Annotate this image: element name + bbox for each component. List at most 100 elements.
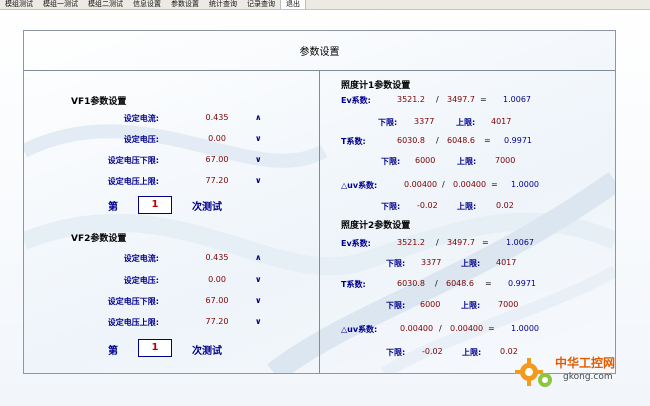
menu-item-module-test[interactable]: 模组测试 xyxy=(0,0,38,9)
vf1-round-suffix: 次测试 xyxy=(192,202,222,213)
vf1-voltage-low-value[interactable]: 67.00 xyxy=(187,155,247,164)
vf2-voltage-high-value[interactable]: 77.20 xyxy=(187,317,247,326)
meter1-uv-high-label: 上限: xyxy=(457,202,477,211)
meter1-uv-high-value[interactable]: 0.02 xyxy=(496,201,514,210)
meter2-section-title: 照度计2参数设置 xyxy=(341,221,411,231)
meter2-t-high-label: 上限: xyxy=(461,301,481,310)
vf2-voltage-high-label: 设定电压上限: xyxy=(107,318,159,327)
meter1-t-label: T系数: xyxy=(341,137,366,146)
vf2-voltage-label: 设定电压: xyxy=(123,276,159,285)
menu-item-statistics[interactable]: 统计查询 xyxy=(204,0,242,9)
meter1-uv-divide: / xyxy=(442,180,445,189)
meter2-uv-low-value[interactable]: -0.02 xyxy=(422,347,443,356)
meter1-t-low-value[interactable]: 6000 xyxy=(415,156,435,165)
meter1-uv-label: △uv系数: xyxy=(341,181,378,190)
meter2-uv-equals: = xyxy=(488,324,495,333)
meter1-uv-equals: = xyxy=(491,180,498,189)
meter1-uv-result: 1.0000 xyxy=(511,180,539,189)
meter2-uv-high-label: 上限: xyxy=(462,348,482,357)
meter2-ev-low-value[interactable]: 3377 xyxy=(421,258,441,267)
meter1-t-high-label: 上限: xyxy=(457,157,477,166)
vf1-voltage-high-label: 设定电压上限: xyxy=(107,177,159,186)
vf2-voltage-low-down-icon[interactable]: ∨ xyxy=(255,296,262,305)
meter1-ev-a[interactable]: 3521.2 xyxy=(397,95,425,104)
gear-icon xyxy=(515,358,552,387)
vf2-round-suffix: 次测试 xyxy=(192,346,222,357)
meter2-ev-high-label: 上限: xyxy=(461,259,481,268)
watermark-cn: 中华工控网 xyxy=(555,356,616,370)
meter2-t-equals: = xyxy=(485,279,492,288)
meter2-t-low-value[interactable]: 6000 xyxy=(420,300,440,309)
vf2-voltage-down-icon[interactable]: ∨ xyxy=(255,275,262,284)
vf1-voltage-high-value[interactable]: 77.20 xyxy=(187,176,247,185)
meter1-uv-a[interactable]: 0.00400 xyxy=(404,180,437,189)
vf2-current-up-icon[interactable]: ∧ xyxy=(255,253,262,262)
vf1-current-label: 设定电流: xyxy=(123,114,159,123)
meter2-ev-b: 3497.7 xyxy=(447,238,475,247)
meter1-ev-b: 3497.7 xyxy=(447,95,475,104)
vf1-section-title: VF1参数设置 xyxy=(71,97,127,107)
meter2-ev-high-value[interactable]: 4017 xyxy=(496,258,516,267)
meter2-uv-b: 0.00400 xyxy=(450,324,484,333)
meter2-ev-equals: = xyxy=(482,238,489,247)
meter2-t-a[interactable]: 6030.8 xyxy=(397,279,425,288)
menu-item-info-settings[interactable]: 信息设置 xyxy=(128,0,166,9)
watermark-en: gkong.com xyxy=(563,372,613,382)
meter1-ev-divide: / xyxy=(436,95,439,104)
meter1-uv-low-label: 下限: xyxy=(381,202,401,211)
meter2-uv-divide: / xyxy=(439,324,442,333)
meter2-ev-divide: / xyxy=(436,238,439,247)
meter1-t-divide: / xyxy=(436,136,439,145)
vf1-current-value[interactable]: 0.435 xyxy=(187,113,247,122)
vf2-voltage-low-label: 设定电压下限: xyxy=(107,297,159,306)
meter1-t-high-value[interactable]: 7000 xyxy=(495,156,515,165)
vf1-voltage-high-down-icon[interactable]: ∨ xyxy=(255,176,262,185)
menu-item-module2-test[interactable]: 模组二测试 xyxy=(83,0,128,9)
meter1-ev-high-value[interactable]: 4017 xyxy=(491,117,511,126)
vf2-voltage-low-value[interactable]: 67.00 xyxy=(187,296,247,305)
meter1-ev-equals: = xyxy=(480,95,487,104)
meter1-t-b: 6048.6 xyxy=(447,136,475,145)
meter1-ev-high-label: 上限: xyxy=(456,118,476,127)
param-settings-panel: 参数设置 VF1参数设置 设定电流: 0.435 ∧ 设定电压: 0.00 ∨ … xyxy=(23,30,616,374)
meter2-uv-low-label: 下限: xyxy=(386,348,406,357)
meter2-uv-label: △uv系数: xyxy=(341,325,378,334)
vf2-voltage-value[interactable]: 0.00 xyxy=(187,275,247,284)
meter2-uv-result: 1.0000 xyxy=(511,324,539,333)
menu-bar: 模组测试 模组一测试 模组二测试 信息设置 参数设置 统计查询 记录查询 退出 xyxy=(0,0,650,10)
menu-item-records[interactable]: 记录查询 xyxy=(242,0,280,9)
menu-item-module1-test[interactable]: 模组一测试 xyxy=(38,0,83,9)
page-title: 参数设置 xyxy=(299,47,340,58)
column-divider xyxy=(319,70,320,373)
vf2-round-input[interactable]: 1 xyxy=(138,339,172,357)
meter1-t-result: 0.9971 xyxy=(504,136,532,145)
meter1-uv-low-value[interactable]: -0.02 xyxy=(417,201,438,210)
meter2-t-divide: / xyxy=(435,279,438,288)
meter2-ev-a[interactable]: 3521.2 xyxy=(397,238,425,247)
menu-item-param-settings[interactable]: 参数设置 xyxy=(166,0,204,9)
vf2-voltage-high-down-icon[interactable]: ∨ xyxy=(255,317,262,326)
watermark-logo: 中华工控网 gkong.com xyxy=(513,352,648,392)
vf1-voltage-down-icon[interactable]: ∨ xyxy=(255,134,262,143)
meter1-uv-b: 0.00400 xyxy=(453,180,487,189)
vf1-voltage-label: 设定电压: xyxy=(123,135,159,144)
vf2-current-value[interactable]: 0.435 xyxy=(187,253,247,262)
vf1-current-up-icon[interactable]: ∧ xyxy=(255,113,262,122)
meter1-t-a[interactable]: 6030.8 xyxy=(397,136,425,145)
menu-item-exit[interactable]: 退出 xyxy=(280,0,306,9)
meter2-t-high-value[interactable]: 7000 xyxy=(498,300,518,309)
meter1-t-low-label: 下限: xyxy=(381,157,401,166)
meter2-t-label: T系数: xyxy=(341,280,366,289)
meter2-t-result: 0.9971 xyxy=(508,279,536,288)
vf1-voltage-value[interactable]: 0.00 xyxy=(187,134,247,143)
meter1-section-title: 照度计1参数设置 xyxy=(341,81,411,91)
vf1-voltage-low-down-icon[interactable]: ∨ xyxy=(255,155,262,164)
meter2-uv-a[interactable]: 0.00400 xyxy=(400,324,433,333)
vf2-current-label: 设定电流: xyxy=(123,254,159,263)
meter1-ev-low-value[interactable]: 3377 xyxy=(414,117,434,126)
meter1-t-equals: = xyxy=(484,136,491,145)
meter1-ev-low-label: 下限: xyxy=(378,118,398,127)
vf2-round-prefix: 第 xyxy=(108,346,118,357)
vf1-round-input[interactable]: 1 xyxy=(138,196,172,214)
vf1-voltage-low-label: 设定电压下限: xyxy=(107,156,159,165)
